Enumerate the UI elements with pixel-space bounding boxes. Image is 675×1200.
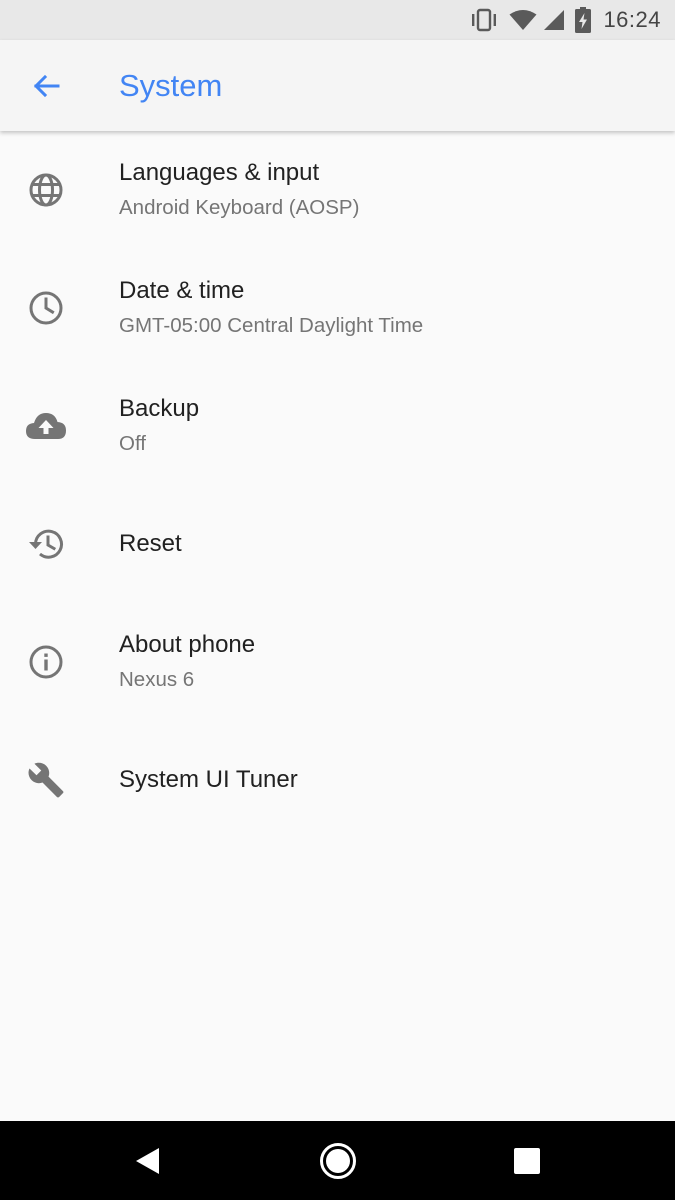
screen: 16:24 System Languages & input Android K… xyxy=(0,0,675,1200)
settings-item-backup[interactable]: Backup Off xyxy=(0,367,675,485)
history-icon xyxy=(25,523,67,565)
nav-home-button[interactable] xyxy=(288,1121,388,1200)
item-title: Backup xyxy=(119,395,200,422)
item-summary: Android Keyboard (AOSP) xyxy=(119,196,360,219)
item-title: Languages & input xyxy=(119,159,320,186)
page-title: System xyxy=(119,68,223,103)
nav-home-icon xyxy=(320,1142,356,1179)
settings-item-languages-input[interactable]: Languages & input Android Keyboard (AOSP… xyxy=(0,131,675,249)
back-button[interactable] xyxy=(22,64,70,108)
clock-icon xyxy=(25,287,67,329)
settings-item-date-time[interactable]: Date & time GMT-05:00 Central Daylight T… xyxy=(0,249,675,367)
item-summary: Nexus 6 xyxy=(119,668,195,691)
wifi-icon xyxy=(509,9,537,31)
item-summary: GMT-05:00 Central Daylight Time xyxy=(119,314,424,337)
app-bar: System xyxy=(0,40,675,131)
cell-signal-icon xyxy=(543,9,565,31)
item-title: Reset xyxy=(119,530,182,557)
item-title: About phone xyxy=(119,631,256,658)
nav-back-icon xyxy=(136,1147,159,1174)
cloud-upload-icon xyxy=(25,405,67,447)
nav-recents-icon xyxy=(514,1147,540,1174)
vibrate-icon xyxy=(469,8,499,32)
nav-recents-button[interactable] xyxy=(477,1121,577,1200)
settings-list: Languages & input Android Keyboard (AOSP… xyxy=(0,131,675,839)
battery-charging-icon xyxy=(575,7,592,33)
settings-item-reset[interactable]: Reset xyxy=(0,485,675,603)
status-bar: 16:24 xyxy=(0,0,675,40)
settings-item-system-ui-tuner[interactable]: System UI Tuner xyxy=(0,721,675,839)
settings-item-about-phone[interactable]: About phone Nexus 6 xyxy=(0,603,675,721)
navigation-bar xyxy=(0,1121,675,1200)
wrench-icon xyxy=(25,759,67,801)
item-title: System UI Tuner xyxy=(119,766,298,793)
item-summary: Off xyxy=(119,432,146,455)
nav-back-button[interactable] xyxy=(98,1121,198,1200)
item-title: Date & time xyxy=(119,277,245,304)
arrow-back-icon xyxy=(33,74,60,98)
status-time: 16:24 xyxy=(603,7,661,32)
info-icon xyxy=(25,641,67,683)
globe-icon xyxy=(25,169,67,211)
